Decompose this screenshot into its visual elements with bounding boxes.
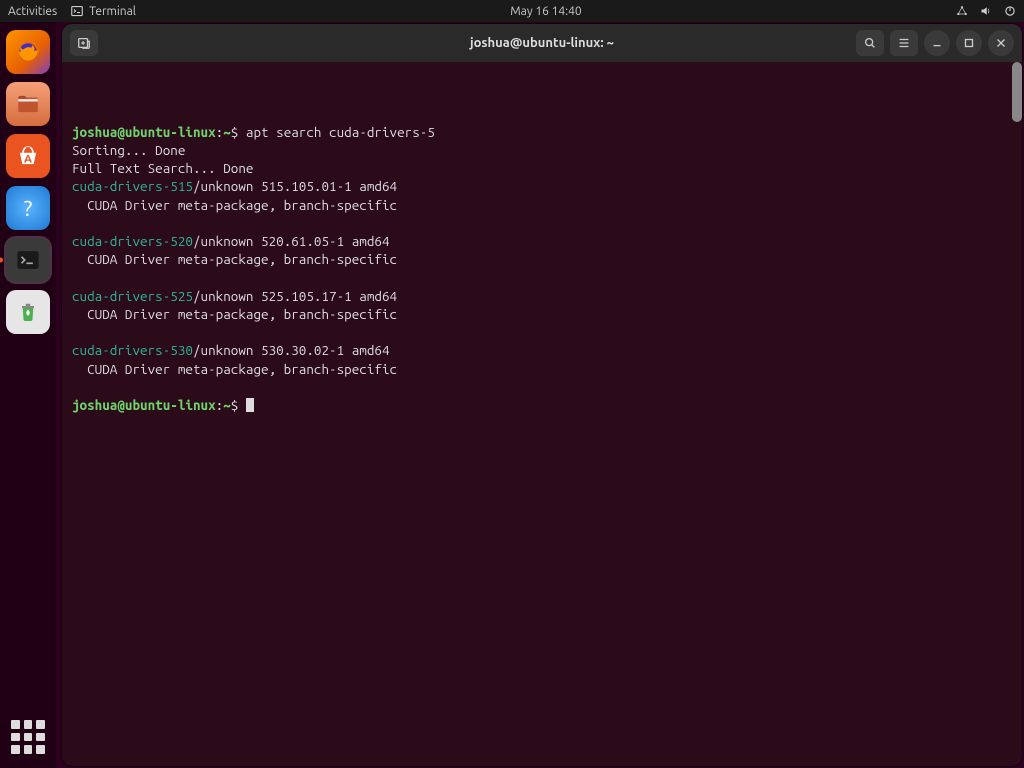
- terminal-body[interactable]: joshua@ubuntu-linux:~$ apt search cuda-d…: [62, 62, 1022, 766]
- close-button[interactable]: [988, 30, 1014, 56]
- scrollbar[interactable]: [1012, 62, 1022, 122]
- power-icon[interactable]: [1004, 5, 1016, 17]
- dock-item-help[interactable]: ?: [6, 186, 50, 230]
- titlebar[interactable]: joshua@ubuntu-linux: ~: [62, 24, 1022, 62]
- app-indicator[interactable]: Terminal: [71, 5, 136, 18]
- network-icon[interactable]: [956, 5, 968, 17]
- terminal-icon: [71, 5, 83, 17]
- minimize-button[interactable]: [924, 30, 950, 56]
- app-indicator-label: Terminal: [89, 5, 136, 18]
- svg-text:A: A: [24, 153, 32, 166]
- dock-item-trash[interactable]: [6, 290, 50, 334]
- menu-button[interactable]: [890, 30, 918, 56]
- new-tab-button[interactable]: [70, 30, 98, 56]
- activities-button[interactable]: Activities: [8, 5, 57, 18]
- gnome-topbar: Activities Terminal May 16 14:40: [0, 0, 1024, 22]
- dock-item-firefox[interactable]: [6, 30, 50, 74]
- maximize-button[interactable]: [956, 30, 982, 56]
- clock[interactable]: May 16 14:40: [136, 5, 956, 18]
- terminal-window: joshua@ubuntu-linux: ~: [62, 24, 1022, 766]
- dock-item-software[interactable]: A: [6, 134, 50, 178]
- terminal-output: joshua@ubuntu-linux:~$ apt search cuda-d…: [72, 123, 1012, 415]
- dock-item-terminal[interactable]: [6, 238, 50, 282]
- dock-item-files[interactable]: [6, 82, 50, 126]
- workspace: joshua@ubuntu-linux: ~: [56, 22, 1024, 768]
- dock: A ?: [0, 22, 56, 768]
- show-applications-button[interactable]: [11, 720, 45, 754]
- search-button[interactable]: [856, 30, 884, 56]
- volume-icon[interactable]: [980, 5, 992, 17]
